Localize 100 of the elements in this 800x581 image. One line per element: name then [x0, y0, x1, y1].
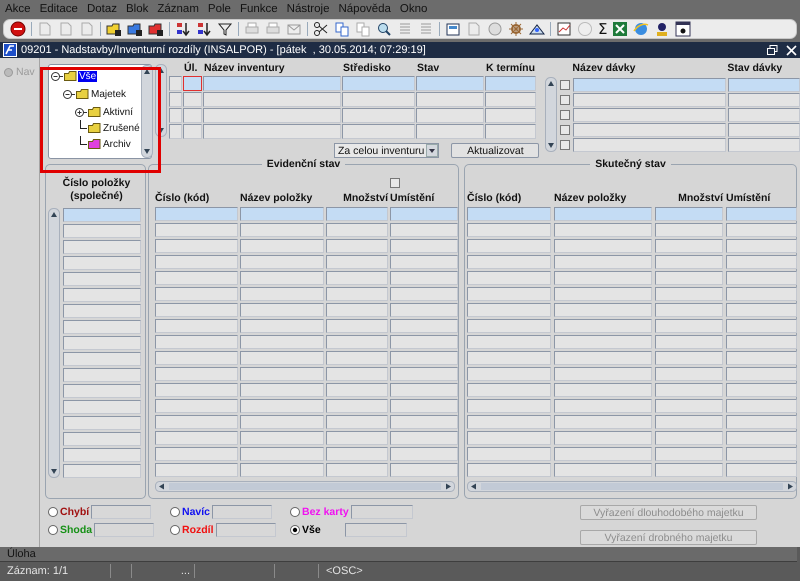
close-icon[interactable] [786, 44, 797, 56]
table-cell[interactable] [554, 207, 652, 221]
input-field[interactable] [94, 523, 154, 537]
table-cell[interactable] [203, 76, 341, 91]
table-cell[interactable] [155, 447, 238, 461]
table-cell[interactable] [467, 287, 551, 301]
table-cell[interactable] [155, 383, 238, 397]
table-cell[interactable] [726, 351, 797, 365]
table-cell[interactable] [63, 416, 141, 430]
table-cell[interactable] [63, 352, 141, 366]
table-cell[interactable] [416, 92, 484, 107]
table-cell[interactable] [63, 400, 141, 414]
document-icon[interactable] [58, 21, 74, 37]
menu-item[interactable]: Akce [5, 3, 31, 15]
table-cell[interactable] [63, 464, 141, 478]
document-icon[interactable] [466, 21, 482, 37]
table-cell[interactable] [554, 463, 652, 477]
wheel-icon[interactable] [508, 21, 524, 37]
table-cell[interactable] [183, 76, 202, 91]
table-cell[interactable] [655, 367, 723, 381]
table-cell[interactable] [726, 383, 797, 397]
table-cell[interactable] [240, 303, 324, 317]
row-indicator[interactable] [169, 76, 182, 91]
table-cell[interactable] [655, 415, 723, 429]
input-field[interactable] [91, 505, 152, 519]
table-cell[interactable] [728, 78, 800, 92]
table-cell[interactable] [655, 223, 723, 237]
table-cell[interactable] [390, 447, 458, 461]
tree-item[interactable]: Vše [78, 70, 98, 82]
table-cell[interactable] [326, 319, 388, 333]
radio-button[interactable] [48, 507, 58, 517]
menu-item[interactable]: Nápověda [338, 3, 391, 15]
table-cell[interactable] [326, 415, 388, 429]
table-cell[interactable] [554, 319, 652, 333]
table-cell[interactable] [573, 138, 726, 152]
radio-button[interactable] [48, 525, 58, 535]
table-cell[interactable] [655, 335, 723, 349]
table-cell[interactable] [240, 399, 324, 413]
table-cell[interactable] [155, 319, 238, 333]
table-cell[interactable] [240, 255, 324, 269]
input-field[interactable] [350, 505, 413, 519]
table-cell[interactable] [467, 303, 551, 317]
table-cell[interactable] [554, 255, 652, 269]
table-cell[interactable] [342, 108, 415, 123]
table-cell[interactable] [63, 304, 141, 318]
expand-toggle[interactable] [51, 70, 63, 82]
menu-item[interactable]: Dotaz [86, 3, 117, 15]
table-cell[interactable] [554, 431, 652, 445]
table-cell[interactable] [326, 431, 388, 445]
row-indicator[interactable] [169, 124, 182, 139]
table-cell[interactable] [554, 399, 652, 413]
table-cell[interactable] [726, 271, 797, 285]
table-cell[interactable] [485, 92, 536, 107]
table-cell[interactable] [240, 351, 324, 365]
table-cell[interactable] [240, 271, 324, 285]
table-cell[interactable] [485, 124, 536, 139]
table-cell[interactable] [554, 239, 652, 253]
table-cell[interactable] [726, 303, 797, 317]
spreadsheet-icon[interactable] [612, 21, 628, 37]
table-cell[interactable] [554, 335, 652, 349]
table-cell[interactable] [63, 208, 141, 222]
table-cell[interactable] [63, 432, 141, 446]
table-cell[interactable] [467, 271, 551, 285]
document-icon[interactable] [79, 21, 95, 37]
scrollbar[interactable] [467, 481, 797, 492]
sum-button[interactable]: Σ [598, 21, 608, 37]
table-cell[interactable] [63, 368, 141, 382]
table-cell[interactable] [726, 335, 797, 349]
table-cell[interactable] [63, 448, 141, 462]
table-cell[interactable] [726, 447, 797, 461]
table-cell[interactable] [390, 255, 458, 269]
table-cell[interactable] [467, 447, 551, 461]
table-cell[interactable] [554, 303, 652, 317]
table-cell[interactable] [155, 271, 238, 285]
table-cell[interactable] [155, 431, 238, 445]
table-cell[interactable] [467, 351, 551, 365]
row-indicator[interactable] [169, 92, 182, 107]
table-cell[interactable] [655, 207, 723, 221]
table-cell[interactable] [554, 351, 652, 365]
radio-button[interactable] [290, 507, 300, 517]
table-cell[interactable] [573, 108, 726, 122]
input-field[interactable] [212, 505, 272, 519]
browser-icon[interactable] [633, 21, 650, 37]
table-cell[interactable] [63, 272, 141, 286]
table-cell[interactable] [326, 255, 388, 269]
table-cell[interactable] [63, 320, 141, 334]
menu-item[interactable]: Záznam [157, 3, 199, 15]
table-cell[interactable] [63, 224, 141, 238]
table-cell[interactable] [390, 431, 458, 445]
table-cell[interactable] [554, 415, 652, 429]
table-cell[interactable] [183, 124, 202, 139]
checkbox[interactable] [390, 178, 400, 188]
table-cell[interactable] [726, 287, 797, 301]
document-icon[interactable] [37, 21, 53, 37]
table-cell[interactable] [155, 399, 238, 413]
table-cell[interactable] [63, 288, 141, 302]
table-cell[interactable] [326, 207, 388, 221]
tree-item[interactable]: Zrušené [102, 122, 141, 134]
table-cell[interactable] [155, 287, 238, 301]
table-cell[interactable] [63, 240, 141, 254]
